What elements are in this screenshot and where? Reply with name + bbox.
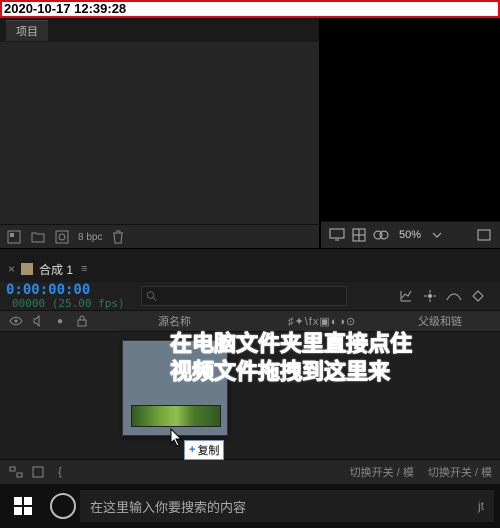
keyframe-nav-icon[interactable] bbox=[470, 288, 486, 304]
windows-taskbar: 在这里输入你要搜索的内容 jt bbox=[0, 484, 500, 528]
timeline-footer: { 切换开关 / 模 切换开关 / 模 bbox=[0, 459, 500, 484]
windows-logo-icon bbox=[14, 497, 32, 515]
comp-icon bbox=[21, 263, 33, 275]
plus-icon: + bbox=[189, 444, 195, 456]
close-x-icon[interactable]: × bbox=[8, 262, 15, 276]
bpc-toggle[interactable]: 8 bpc bbox=[78, 232, 102, 243]
monitor-icon[interactable] bbox=[329, 227, 345, 243]
cursor-arrow-icon bbox=[170, 428, 186, 448]
current-timecode[interactable]: 0:00:00:00 bbox=[6, 283, 131, 297]
timeline-search-input[interactable] bbox=[157, 288, 346, 305]
trash-icon[interactable] bbox=[110, 229, 126, 245]
chevron-down-icon[interactable] bbox=[429, 227, 445, 243]
upper-panels: 项目 8 bpc 50% bbox=[0, 18, 500, 248]
render-queue-icon[interactable] bbox=[30, 464, 46, 480]
fps-readout: 00000 (25.00 fps) bbox=[6, 297, 131, 310]
folder-icon[interactable] bbox=[30, 229, 46, 245]
timeline-search[interactable] bbox=[141, 286, 347, 306]
source-name-header[interactable]: 源名称 bbox=[158, 313, 288, 329]
shy-icon[interactable] bbox=[446, 288, 462, 304]
graph-icon[interactable] bbox=[398, 288, 414, 304]
timeline-header-icons bbox=[398, 288, 494, 304]
project-tab[interactable]: 项目 bbox=[6, 20, 48, 41]
toggle-switches-icon[interactable] bbox=[8, 464, 24, 480]
thumbnail-preview bbox=[131, 405, 221, 427]
project-tab-label: 项目 bbox=[16, 23, 38, 39]
timeline-layer-area[interactable]: + 复制 bbox=[0, 332, 500, 459]
solo-column-icon[interactable]: ● bbox=[52, 313, 68, 329]
taskbar-search-placeholder: 在这里输入你要搜索的内容 bbox=[90, 497, 246, 516]
dragged-video-thumbnail[interactable] bbox=[122, 340, 228, 436]
preview-toolbar: 50% bbox=[321, 221, 500, 248]
project-toolbar: 8 bpc bbox=[0, 224, 319, 248]
parent-header[interactable]: 父级和链 bbox=[418, 313, 478, 329]
timeline-column-headers: ● 源名称 ♯✦\fx▣◐◑⊙ 父级和链 bbox=[0, 310, 500, 332]
timeline-panel: × 合成 1 ≡ 0:00:00:00 00000 (25.00 fps) ● … bbox=[0, 256, 500, 484]
toggle-switches-label-a[interactable]: 切换开关 / 模 bbox=[350, 464, 414, 480]
toggle-switches-label-b[interactable]: 切换开关 / 模 bbox=[428, 464, 492, 480]
drag-copy-tooltip: + 复制 bbox=[184, 440, 224, 460]
preview-canvas[interactable] bbox=[321, 18, 500, 221]
interpret-icon[interactable] bbox=[6, 229, 22, 245]
mask-icon[interactable] bbox=[373, 227, 389, 243]
project-panel: 项目 8 bpc bbox=[0, 18, 320, 248]
speaker-column-icon[interactable] bbox=[30, 313, 46, 329]
cortana-button[interactable] bbox=[46, 484, 80, 528]
composition-preview: 50% bbox=[320, 18, 500, 248]
timestamp-banner: 2020-10-17 12:39:28 bbox=[0, 0, 500, 18]
timecode-row: 0:00:00:00 00000 (25.00 fps) bbox=[0, 282, 500, 310]
switches-header: ♯✦\fx▣◐◑⊙ bbox=[288, 315, 418, 328]
drag-copy-label: 复制 bbox=[197, 442, 219, 458]
brace-icon[interactable]: { bbox=[52, 464, 68, 480]
timeline-tab-strip: × 合成 1 ≡ bbox=[0, 256, 500, 282]
project-bin-area[interactable] bbox=[0, 42, 319, 224]
project-tab-strip: 项目 bbox=[0, 18, 319, 42]
search-icon bbox=[146, 290, 157, 302]
taskbar-mic-hint: jt bbox=[478, 499, 484, 513]
taskbar-search[interactable]: 在这里输入你要搜索的内容 jt bbox=[80, 490, 494, 522]
timeline-tab-label[interactable]: 合成 1 bbox=[39, 261, 73, 278]
panel-menu-icon[interactable]: ≡ bbox=[81, 263, 87, 275]
resolution-icon[interactable] bbox=[476, 227, 492, 243]
eye-column-icon[interactable] bbox=[8, 313, 24, 329]
snap-icon[interactable] bbox=[422, 288, 438, 304]
grid-icon[interactable] bbox=[351, 227, 367, 243]
zoom-level[interactable]: 50% bbox=[399, 229, 421, 241]
new-comp-icon[interactable] bbox=[54, 229, 70, 245]
cortana-ring-icon bbox=[50, 493, 76, 519]
av-columns: ● bbox=[0, 313, 158, 329]
lock-column-icon[interactable] bbox=[74, 313, 90, 329]
start-button[interactable] bbox=[0, 484, 46, 528]
